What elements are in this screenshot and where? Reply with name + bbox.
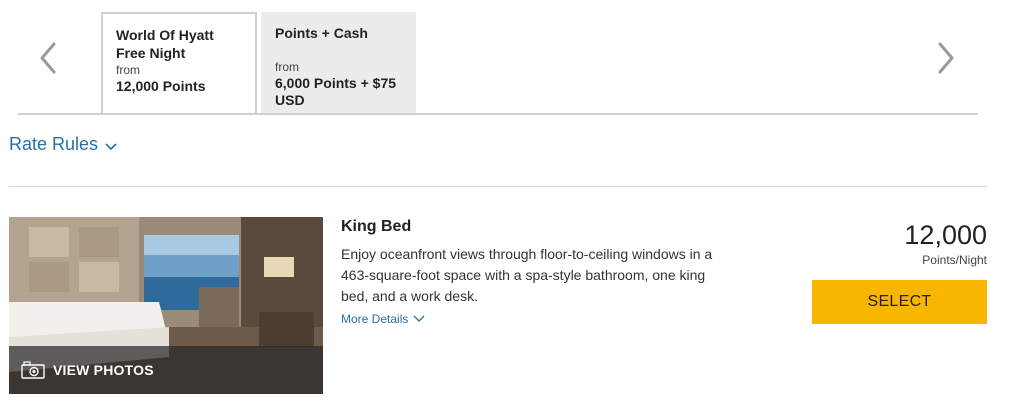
more-details-label: More Details (341, 312, 409, 326)
room-title: King Bed (341, 218, 412, 235)
section-divider (9, 186, 987, 187)
room-photo[interactable]: VIEW PHOTOS (9, 217, 323, 394)
tab-title: Points + Cash (275, 25, 368, 41)
select-button[interactable]: Select (812, 280, 987, 324)
more-details-link[interactable]: More Details (341, 312, 425, 326)
tab-from-label: from (275, 60, 299, 74)
rate-tabs: World Of Hyatt Free Night from 12,000 Po… (0, 0, 1012, 116)
tab-points-cash[interactable]: Points + Cash from 6,000 Points + $75 US… (261, 12, 416, 114)
tab-price: 12,000 Points (116, 78, 206, 94)
room-description: Enjoy oceanfront views through floor-to-… (341, 246, 713, 304)
tab-price: 6,000 Points + $75 USD (275, 75, 397, 108)
rate-rules-toggle[interactable]: Rate Rules (9, 134, 118, 155)
chevron-right-icon[interactable] (930, 38, 960, 78)
room-price: 12,000 (904, 220, 987, 250)
rate-rules-label: Rate Rules (9, 134, 99, 154)
tab-title: World Of Hyatt Free Night (116, 27, 214, 61)
view-photos-button[interactable]: VIEW PHOTOS (9, 346, 323, 394)
view-photos-label: VIEW PHOTOS (53, 362, 154, 378)
chevron-down-icon (105, 142, 117, 150)
tab-from-label: from (116, 63, 140, 77)
tab-free-night[interactable]: World Of Hyatt Free Night from 12,000 Po… (101, 12, 257, 115)
chevron-left-icon[interactable] (34, 38, 64, 78)
camera-icon (21, 361, 45, 379)
room-price-unit: Points/Night (922, 253, 987, 267)
chevron-down-icon (413, 315, 425, 322)
tabs-divider (18, 113, 978, 115)
